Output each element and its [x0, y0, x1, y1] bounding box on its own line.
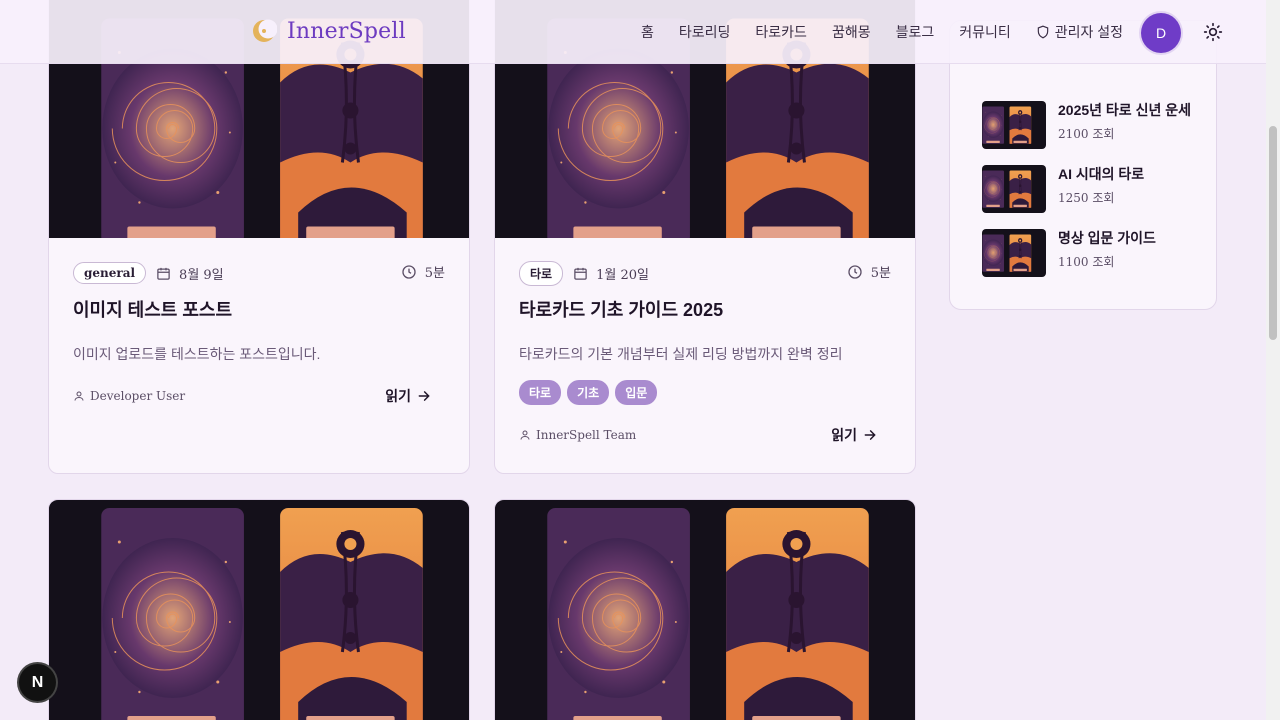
calendar-icon [574, 267, 587, 280]
read-time-label: 5분 [424, 266, 445, 281]
blog-post-card[interactable] [48, 499, 470, 720]
shield-icon [1037, 25, 1049, 39]
popular-post-item[interactable]: 명상 입문 가이드 1100 조회 [982, 229, 1156, 277]
nav-community[interactable]: 커뮤니티 [959, 22, 1011, 42]
arrow-right-icon [418, 391, 430, 401]
clock-icon [402, 264, 416, 279]
popular-post-item[interactable]: AI 시대의 타로 1250 조회 [982, 165, 1144, 213]
nav-home[interactable]: 홈 [641, 22, 654, 42]
popular-post-title[interactable]: 2025년 타로 신년 운세 [1058, 102, 1191, 118]
tag-chip[interactable]: 기초 [567, 380, 610, 405]
blog-post-card[interactable]: general 8월 9일 5분 이미지 테스트 포스트 이미지 업로드를 테스… [48, 0, 470, 474]
tag-chip[interactable]: 입문 [615, 380, 658, 405]
category-badge[interactable]: general [73, 262, 147, 284]
nav-tarot-cards[interactable]: 타로카드 [755, 22, 807, 42]
popular-post-views: 2100 조회 [1058, 127, 1115, 141]
dev-tools-badge[interactable]: N [19, 664, 56, 701]
page-scrollbar[interactable] [1266, 0, 1280, 720]
read-more-label: 읽기 [385, 388, 411, 404]
sun-icon[interactable] [1203, 22, 1223, 42]
popular-post-item[interactable]: 2025년 타로 신년 운세 2100 조회 [982, 101, 1191, 149]
clock-icon [848, 264, 862, 279]
post-author: InnerSpell Team [519, 428, 636, 442]
post-description: 이미지 업로드를 테스트하는 포스트입니다. [73, 346, 321, 362]
post-date: 8월 9일 [179, 267, 224, 283]
read-more-button[interactable]: 읽기 [831, 425, 877, 445]
popular-post-views: 1100 조회 [1058, 255, 1115, 269]
post-thumbnail [49, 500, 469, 720]
popular-post-thumbnail [982, 101, 1046, 149]
author-name: Developer User [90, 389, 186, 403]
popular-post-title[interactable]: AI 시대의 타로 [1058, 166, 1144, 182]
blog-post-card[interactable] [494, 499, 916, 720]
nav-admin-settings[interactable]: 관리자 설정 [1036, 22, 1123, 42]
crescent-moon-icon [253, 19, 277, 42]
blog-post-card[interactable]: 타로 1월 20일 5분 타로카드 기초 가이드 2025 타로카드의 기본 개… [494, 0, 916, 474]
top-navbar: InnerSpell 홈 타로리딩 타로카드 꿈해몽 블로그 커뮤니티 관리자 … [0, 0, 1266, 64]
post-description: 타로카드의 기본 개념부터 실제 리딩 방법까지 완벽 정리 [519, 346, 843, 362]
read-time-label: 5분 [870, 266, 891, 281]
main-nav: 홈 타로리딩 타로카드 꿈해몽 블로그 커뮤니티 관리자 설정 [641, 0, 1123, 64]
post-author: Developer User [73, 389, 185, 403]
popular-post-views: 1250 조회 [1058, 191, 1115, 205]
author-name: InnerSpell Team [536, 428, 637, 442]
read-more-button[interactable]: 읽기 [385, 386, 431, 406]
logo[interactable]: InnerSpell [251, 18, 406, 44]
category-badge[interactable]: 타로 [519, 260, 564, 286]
nav-tarot-reading[interactable]: 타로리딩 [679, 22, 731, 42]
scrollbar-thumb[interactable] [1269, 126, 1277, 340]
logo-text: InnerSpell [287, 18, 406, 44]
tag-list: 타로 기초 입문 [519, 380, 891, 405]
user-icon [520, 430, 530, 440]
admin-settings-label: 관리자 설정 [1054, 24, 1124, 40]
read-time: 5분 [401, 262, 445, 281]
user-icon [74, 391, 84, 401]
read-more-label: 읽기 [831, 427, 857, 443]
calendar-icon [157, 267, 170, 280]
post-date: 1월 20일 [596, 267, 649, 283]
nav-blog[interactable]: 블로그 [896, 22, 935, 42]
post-title[interactable]: 이미지 테스트 포스트 [73, 298, 445, 322]
read-time: 5분 [847, 262, 891, 281]
popular-post-thumbnail [982, 165, 1046, 213]
tag-chip[interactable]: 타로 [519, 380, 562, 405]
user-avatar[interactable]: D [1141, 13, 1181, 53]
arrow-right-icon [864, 430, 876, 440]
post-title[interactable]: 타로카드 기초 가이드 2025 [519, 298, 891, 322]
popular-post-thumbnail [982, 229, 1046, 277]
post-thumbnail [495, 500, 915, 720]
nav-dream-interpretation[interactable]: 꿈해몽 [832, 22, 871, 42]
popular-post-title[interactable]: 명상 입문 가이드 [1058, 230, 1156, 246]
